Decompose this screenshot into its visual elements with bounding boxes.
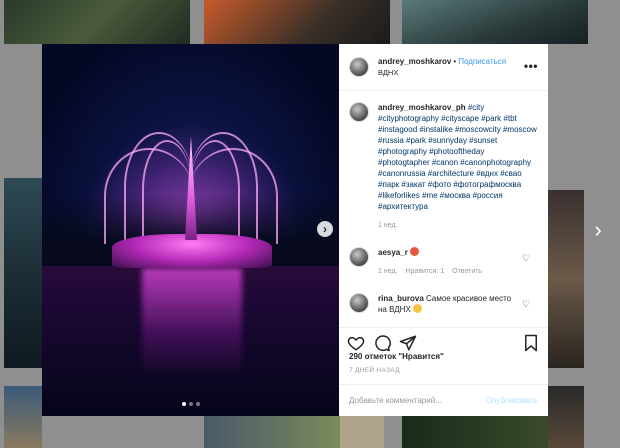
share-paper-plane-icon[interactable] [399, 334, 417, 352]
reply-button[interactable]: Ответить [452, 266, 482, 277]
background-thumbnail[interactable] [204, 416, 340, 448]
comment-bubble-icon[interactable] [373, 334, 391, 352]
carousel-dots [42, 402, 339, 406]
location-link[interactable]: ВДНХ [378, 67, 506, 78]
caption-username-link[interactable]: andrey_moshkarov_ph [378, 103, 466, 112]
caption: andrey_moshkarov_ph #city #cityphotograp… [349, 102, 538, 231]
comment-like-heart-icon[interactable]: ♡ [522, 299, 532, 309]
fountain-jet [190, 140, 240, 240]
background-thumbnail[interactable] [548, 190, 584, 368]
comment-item: rina_burova Самое красивое место на ВДНХ… [349, 293, 538, 315]
comment-item: aesya_r 1 нед. Нравится: 1 Ответить ♡ [349, 247, 538, 277]
background-thumbnail[interactable] [4, 178, 42, 368]
comment-like-heart-icon[interactable]: ♡ [522, 253, 532, 263]
commenter-avatar[interactable] [349, 293, 369, 313]
background-thumbnail[interactable] [548, 386, 584, 448]
post-photo[interactable]: › [42, 44, 339, 416]
caption-hashtags[interactable]: #city #cityphotography #cityscape #park … [378, 103, 537, 211]
publish-button[interactable]: Опубликовать [486, 396, 538, 405]
author-username-link[interactable]: andrey_moshkarov [378, 57, 451, 66]
comments-list[interactable]: andrey_moshkarov_ph #city #cityphotograp… [339, 92, 548, 326]
carousel-dot[interactable] [181, 402, 186, 406]
like-heart-icon[interactable] [347, 334, 365, 352]
emoji-icon [410, 247, 420, 256]
carousel-dot[interactable] [188, 402, 193, 406]
follow-button[interactable]: Подписаться [458, 57, 506, 66]
post-header: andrey_moshkarov • Подписаться ВДНХ ••• [339, 44, 548, 91]
post-modal: › andrey_moshkarov • Подписаться ВДНХ ••• … [42, 44, 548, 416]
background-thumbnail[interactable] [402, 0, 588, 44]
more-options-icon[interactable]: ••• [524, 60, 538, 72]
comment-input[interactable] [349, 396, 479, 405]
background-thumbnail[interactable] [340, 416, 384, 448]
post-side-panel: andrey_moshkarov • Подписаться ВДНХ ••• an… [339, 44, 548, 416]
background-thumbnail[interactable] [402, 416, 548, 448]
carousel-next-button[interactable]: › [317, 221, 333, 237]
background-thumbnail[interactable] [4, 386, 42, 448]
likes-count[interactable]: 290 отметок "Нравится" [349, 352, 444, 361]
commenter-avatar[interactable] [349, 247, 369, 267]
save-bookmark-icon[interactable] [522, 334, 540, 352]
add-comment-section: Опубликовать [339, 384, 548, 416]
comment-time[interactable]: 1 нед. [378, 266, 397, 277]
caption-avatar[interactable] [349, 102, 369, 122]
background-thumbnail[interactable] [204, 0, 390, 44]
commenter-username-link[interactable]: rina_burova [378, 294, 424, 303]
commenter-username-link[interactable]: aesya_r [378, 248, 408, 257]
emoji-icon [413, 304, 423, 313]
carousel-dot[interactable] [195, 402, 200, 406]
post-date[interactable]: 7 ДНЕЙ НАЗАД [349, 367, 400, 374]
caption-time[interactable]: 1 нед. [378, 220, 538, 231]
photo-reflection [142, 268, 242, 378]
fountain-jet [142, 140, 192, 240]
comment-likes[interactable]: Нравится: 1 [405, 266, 444, 277]
next-post-arrow-icon[interactable]: › [588, 218, 608, 242]
author-avatar[interactable] [349, 57, 369, 77]
background-thumbnail[interactable] [4, 0, 190, 44]
